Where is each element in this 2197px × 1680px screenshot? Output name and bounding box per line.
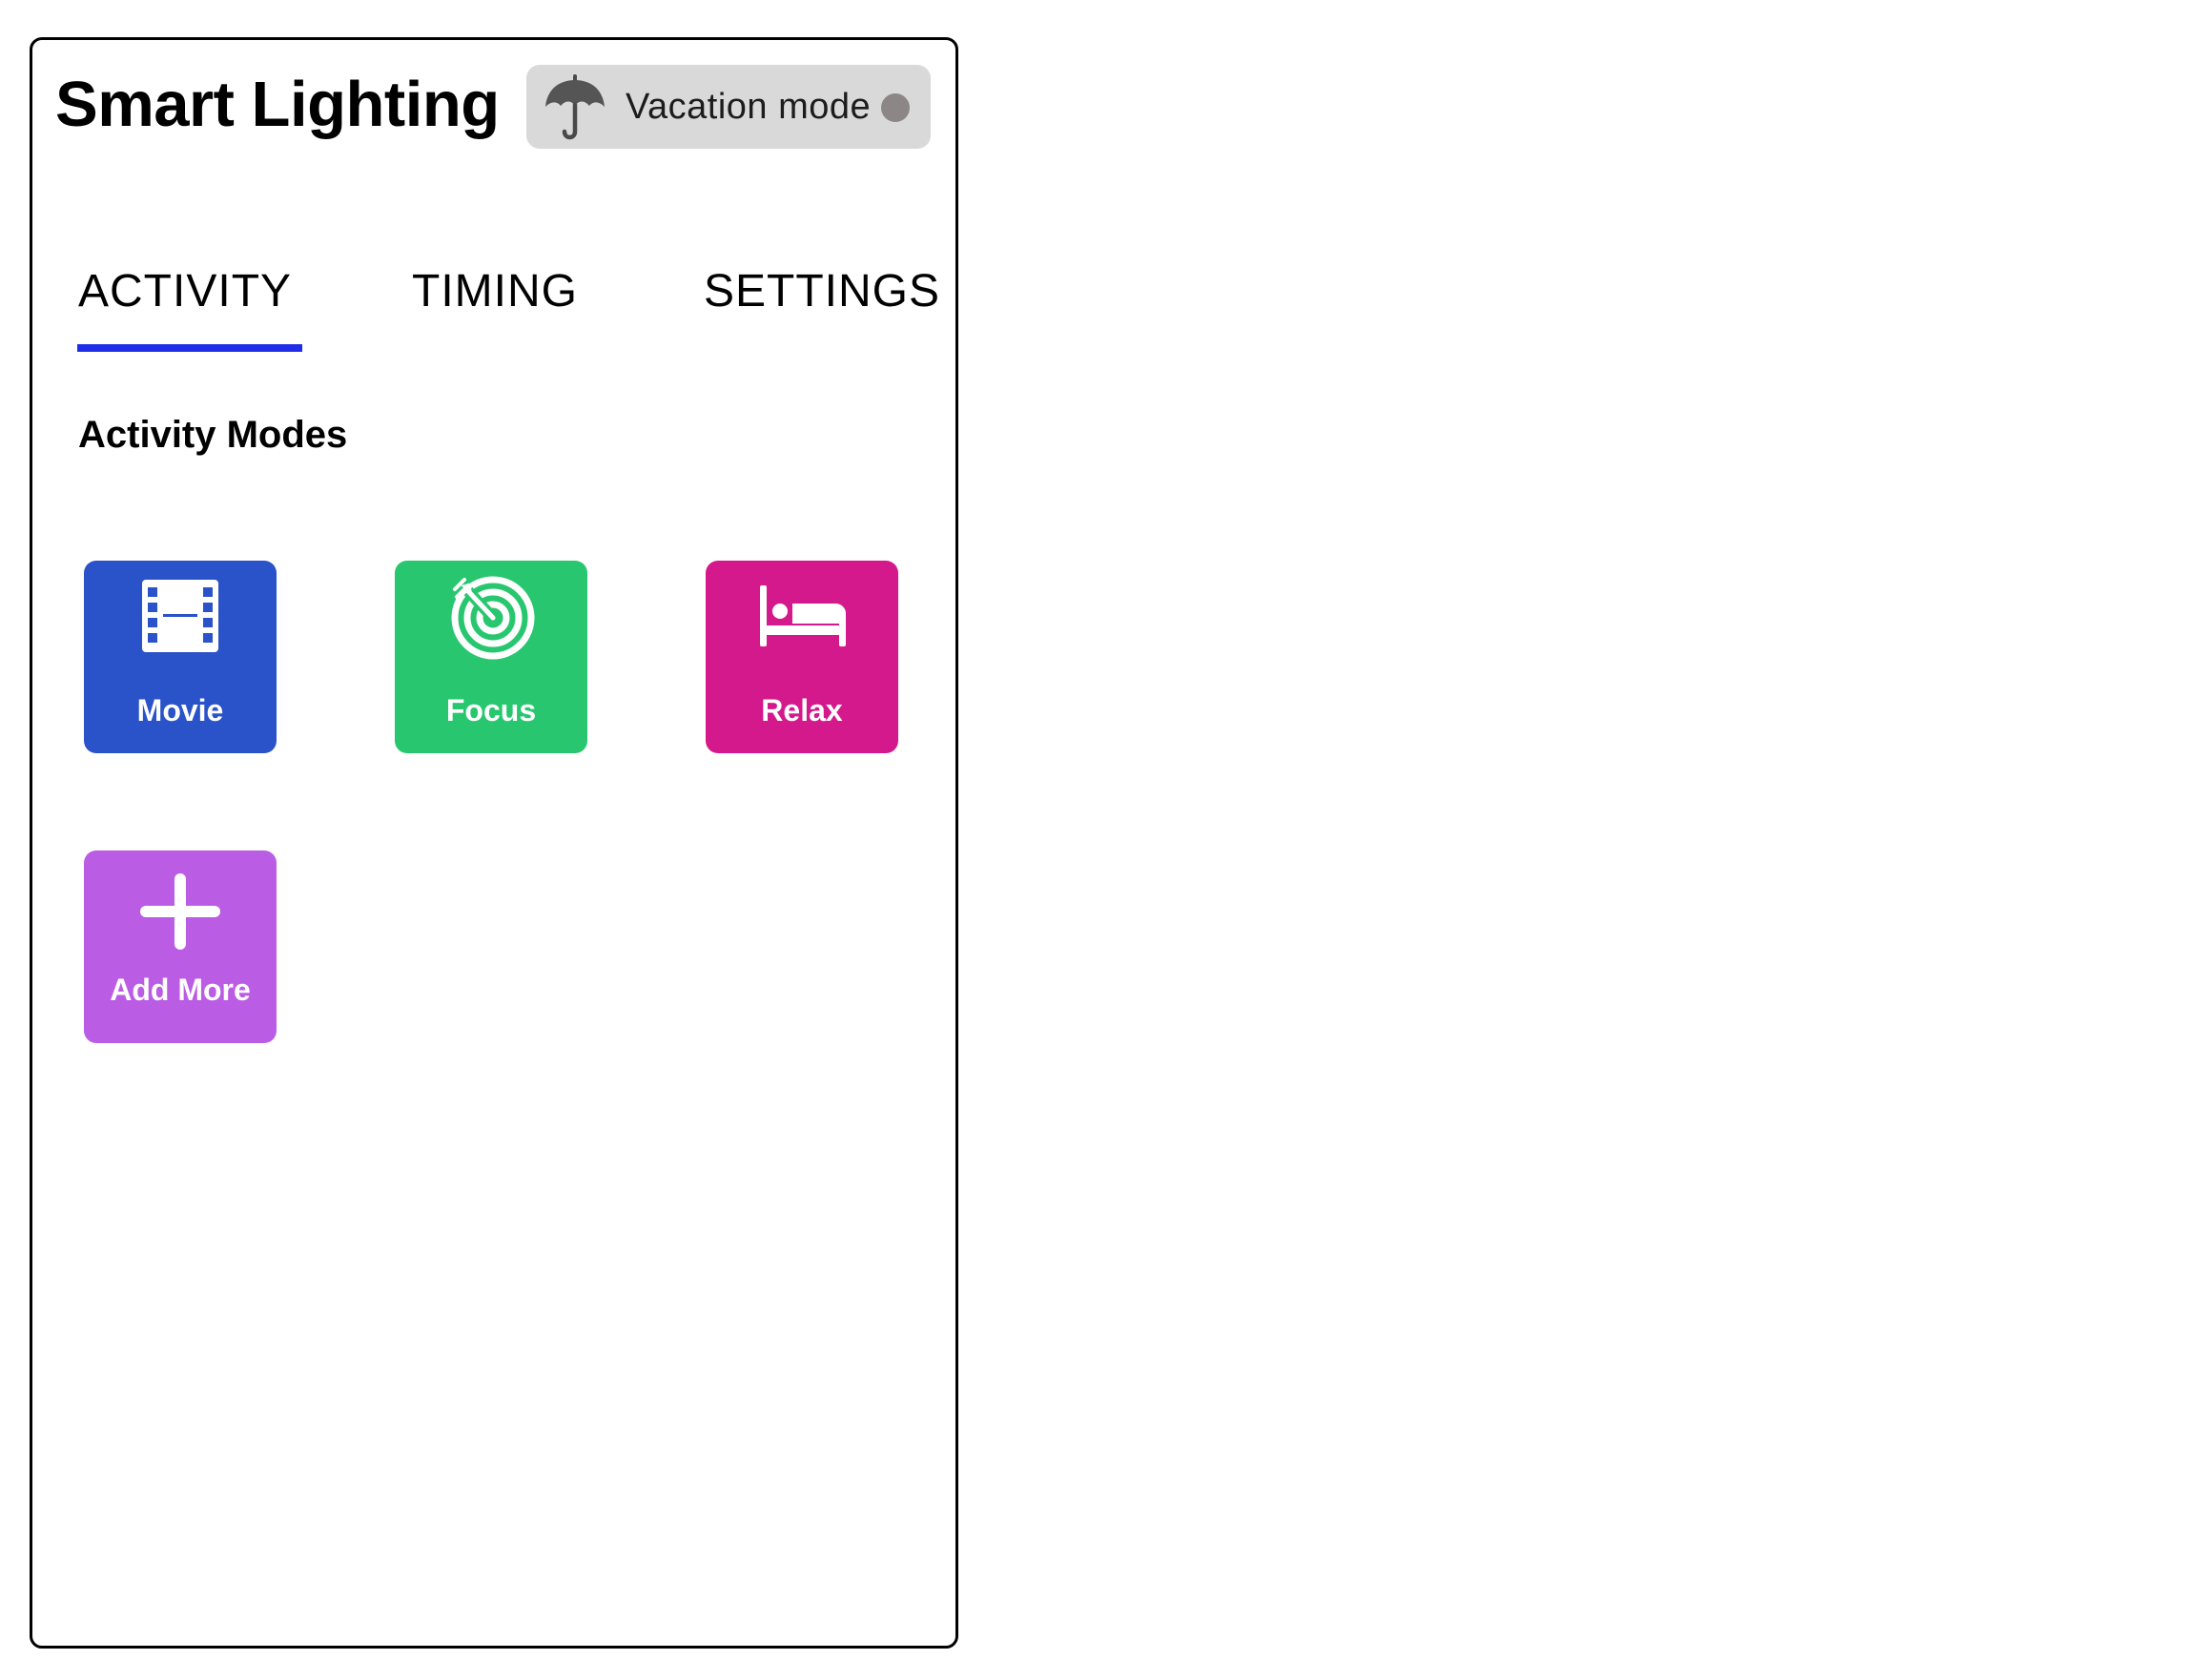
mode-label: Relax — [761, 693, 843, 727]
mode-label: Focus — [445, 693, 537, 727]
smart-lighting-panel: Smart Lighting Vacation mode ACTIVITY TI… — [30, 37, 958, 1649]
toggle-indicator — [881, 93, 910, 122]
vacation-mode-label: Vacation mode — [626, 87, 872, 127]
tab-settings[interactable]: SETTINGS — [704, 269, 940, 315]
bed-icon — [760, 585, 846, 646]
tab-bar: ACTIVITY TIMING SETTINGS — [32, 269, 955, 393]
plus-icon — [140, 873, 220, 950]
tab-timing[interactable]: TIMING — [412, 269, 578, 315]
app-title: Smart Lighting — [55, 69, 500, 140]
add-mode-button[interactable]: Add More — [84, 850, 277, 1043]
vacation-mode-toggle[interactable]: Vacation mode — [526, 65, 931, 149]
mode-label: Add More — [110, 973, 251, 1007]
active-tab-indicator — [77, 344, 302, 352]
target-icon — [451, 576, 535, 660]
mode-tile-movie[interactable]: Movie — [84, 561, 277, 753]
mode-tile-relax[interactable]: Relax — [706, 561, 898, 753]
section-heading: Activity Modes — [78, 414, 348, 456]
film-icon — [142, 580, 218, 652]
mode-label: Movie — [136, 693, 224, 727]
umbrella-icon — [545, 74, 605, 140]
mode-tile-focus[interactable]: Focus — [395, 561, 587, 753]
tab-activity[interactable]: ACTIVITY — [78, 269, 292, 315]
